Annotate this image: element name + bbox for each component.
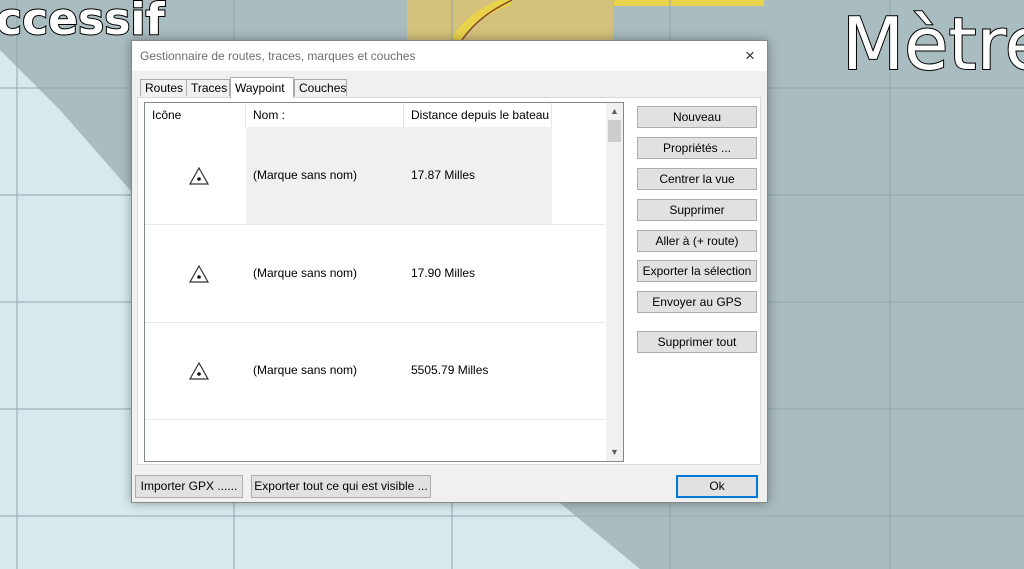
waypoint-distance: 5505.79 Milles	[411, 363, 489, 377]
land-area	[407, 0, 613, 40]
tab-couches[interactable]: Couches	[294, 79, 347, 96]
send-gps-button[interactable]: Envoyer au GPS	[637, 291, 757, 313]
scroll-down-icon[interactable]: ▼	[606, 444, 623, 461]
waypoint-distance: 17.87 Milles	[404, 127, 552, 224]
table-row[interactable]: (Marque sans nom) 17.87 Milles	[145, 127, 605, 225]
waypoint-name: (Marque sans nom)	[253, 266, 358, 280]
import-gpx-button[interactable]: Importer GPX ......	[135, 475, 243, 498]
waypoint-name: (Marque sans nom)	[253, 363, 358, 377]
dialog-title: Gestionnaire de routes, traces, marques …	[140, 49, 416, 63]
list-header: Icône Nom : Distance depuis le bateau	[145, 103, 605, 127]
tab-traces[interactable]: Traces	[186, 79, 230, 96]
column-header-name[interactable]: Nom :	[246, 103, 404, 127]
properties-button[interactable]: Propriétés ...	[637, 137, 757, 159]
table-row[interactable]: (Marque sans nom) 17.90 Milles	[145, 225, 605, 323]
delete-all-button[interactable]: Supprimer tout	[637, 331, 757, 353]
table-row[interactable]: (Marque sans nom) 5505.79 Milles	[145, 322, 605, 420]
new-button[interactable]: Nouveau	[637, 106, 757, 128]
list-scrollbar[interactable]: ▲ ▼	[606, 103, 623, 461]
icon-cell	[145, 127, 246, 224]
icon-cell	[145, 322, 246, 419]
goto-route-button[interactable]: Aller à (+ route)	[637, 230, 757, 252]
waypoint-name: (Marque sans nom)	[246, 127, 404, 224]
map-label-left: ccessif	[0, 0, 166, 46]
map-label-right: Mètre	[841, 1, 1024, 87]
dialog-titlebar[interactable]: Gestionnaire de routes, traces, marques …	[132, 41, 767, 71]
waypoint-panel: Icône Nom : Distance depuis le bateau (M…	[137, 97, 761, 465]
highlight-strip	[614, 0, 764, 6]
close-icon[interactable]: ×	[739, 45, 761, 67]
export-visible-button[interactable]: Exporter tout ce qui est visible ...	[251, 475, 431, 498]
scroll-thumb[interactable]	[608, 120, 621, 142]
icon-cell	[145, 225, 246, 322]
route-manager-dialog: Gestionnaire de routes, traces, marques …	[131, 40, 768, 503]
waypoint-triangle-icon	[189, 167, 209, 185]
waypoint-distance: 17.90 Milles	[411, 266, 476, 280]
ok-button[interactable]: Ok	[676, 475, 758, 498]
scroll-up-icon[interactable]: ▲	[606, 103, 623, 120]
tab-waypoint[interactable]: Waypoint	[230, 77, 294, 98]
waypoint-triangle-icon	[189, 265, 209, 283]
column-header-icon[interactable]: Icône	[145, 103, 246, 127]
waypoint-list[interactable]: Icône Nom : Distance depuis le bateau (M…	[144, 102, 624, 462]
tab-routes[interactable]: Routes	[140, 79, 187, 96]
center-view-button[interactable]: Centrer la vue	[637, 168, 757, 190]
export-selection-button[interactable]: Exporter la sélection	[637, 260, 757, 282]
column-header-distance[interactable]: Distance depuis le bateau	[404, 103, 552, 127]
delete-button[interactable]: Supprimer	[637, 199, 757, 221]
waypoint-triangle-icon	[189, 362, 209, 380]
